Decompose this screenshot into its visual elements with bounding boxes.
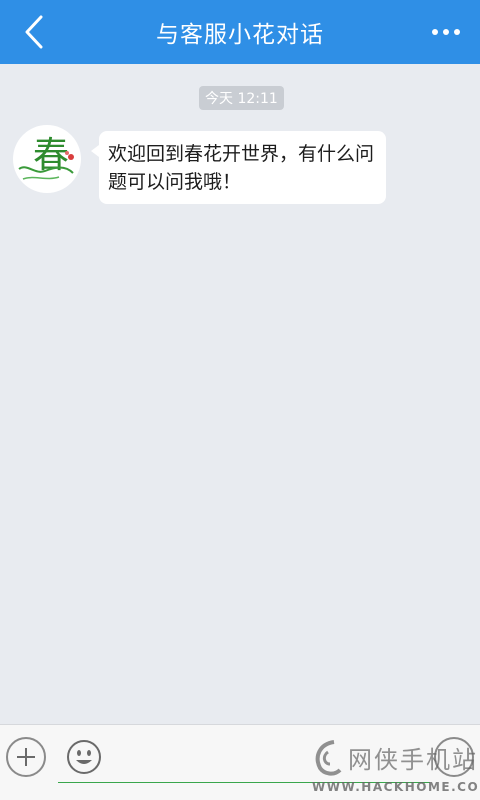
watermark-logo-icon (315, 740, 342, 776)
back-button[interactable] (14, 12, 54, 52)
watermark-cn-text: 网侠手机站 (348, 746, 478, 774)
more-button[interactable] (426, 14, 466, 50)
timestamp-badge: 今天 12:11 (199, 86, 284, 110)
back-chevron-icon (25, 15, 43, 49)
plus-icon (17, 748, 35, 766)
more-dots-icon (432, 29, 460, 35)
emoji-button[interactable] (66, 739, 102, 775)
plus-button[interactable] (6, 737, 46, 777)
message-bubble[interactable]: 欢迎回到春花开世界，有什么问题可以问我哦！ (91, 131, 386, 204)
smiley-icon (67, 740, 101, 774)
page-title: 与客服小花对话 (156, 22, 324, 48)
watermark-en-text: WWW.HACKHOME.COM (312, 780, 480, 794)
title-bar: 与客服小花对话 (0, 0, 480, 64)
watermark: 网侠手机站 WWW.HACKHOME.COM (304, 732, 480, 800)
chat-area[interactable]: 今天 12:11 春 欢迎回到春花开世界，有什么问题可以问我哦！ (0, 64, 480, 724)
service-avatar[interactable]: 春 (13, 125, 81, 193)
spring-logo-icon: 春 (18, 135, 74, 180)
